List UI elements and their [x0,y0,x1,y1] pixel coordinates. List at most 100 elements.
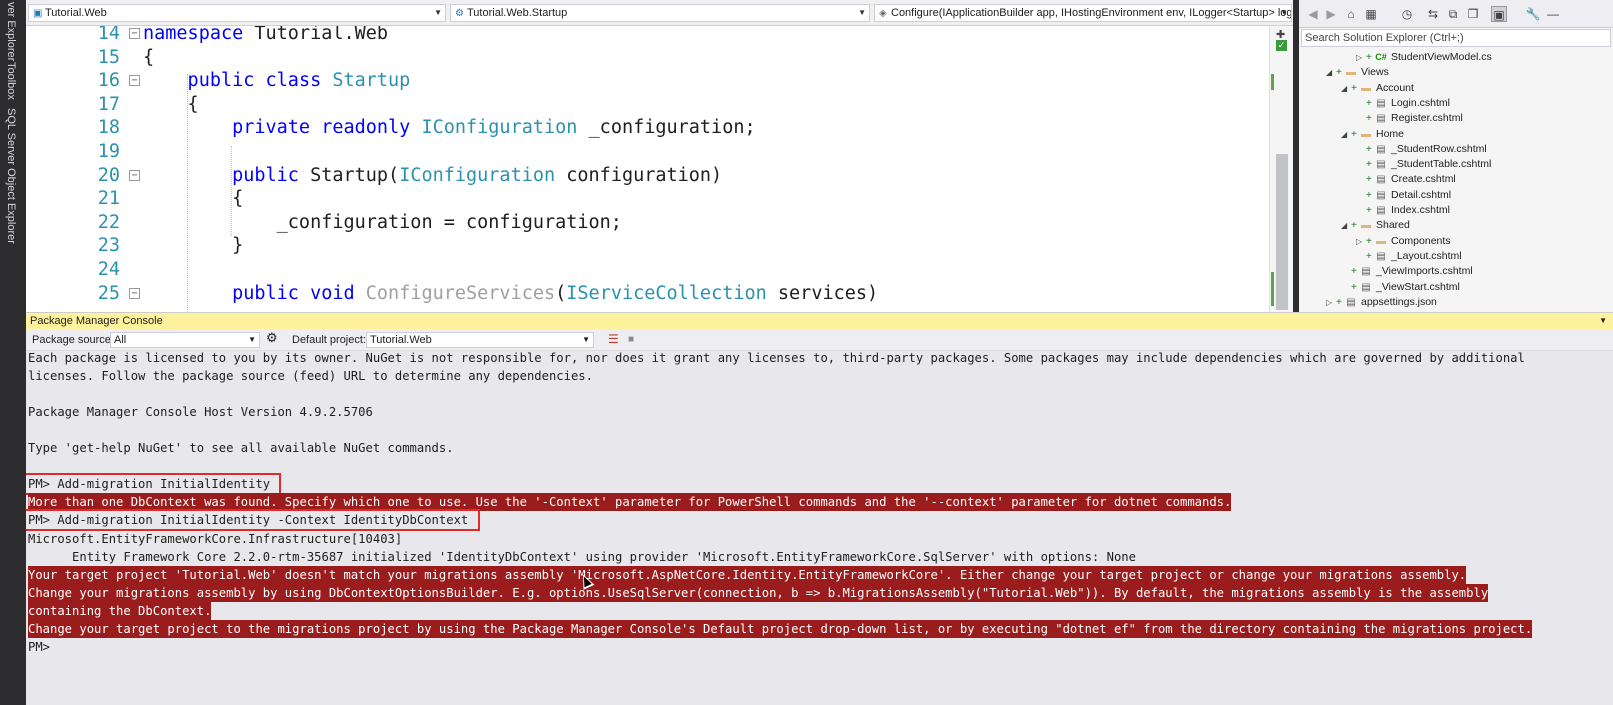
csharp-file-icon: C# [1375,52,1387,62]
project-dropdown[interactable]: ▣ Tutorial.Web ▼ [28,4,446,22]
tree-node[interactable]: + ▤ _ViewImports.cshtml [1341,264,1473,279]
chevron-down-icon: ▼ [1280,8,1288,17]
tree-node[interactable]: + ▤ Login.cshtml [1356,96,1450,111]
switch-views-icon[interactable]: ▦ [1363,6,1379,22]
tree-node[interactable]: + ▤ _StudentTable.cshtml [1356,157,1491,172]
tree-node[interactable]: ▷ + ▤ appsettings.json [1326,295,1437,310]
code-token: services) [766,282,879,304]
home-icon[interactable]: ⌂ [1343,6,1359,22]
more-options-icon[interactable]: — [1545,6,1561,22]
code-line[interactable]: 22 _configuration = configuration; [26,211,1266,235]
tree-node-label: Detail.cshtml [1391,188,1452,201]
tree-node-label: _StudentRow.cshtml [1391,142,1487,155]
collapse-arrow-icon[interactable]: ◢ [1341,127,1351,142]
file-icon: ▤ [1376,189,1386,201]
source-control-added-icon: + [1366,97,1372,109]
window-menu-chevron-icon[interactable]: ▼ [1599,313,1607,329]
scrollbar-thumb[interactable] [1276,154,1288,310]
method-icon: ◈ [879,8,887,19]
expand-arrow-icon[interactable]: ▷ [1356,234,1366,249]
expand-arrow-icon[interactable]: ▷ [1356,50,1366,65]
collapse-icon[interactable]: − [129,75,140,87]
tree-node[interactable]: + ▤ Index.cshtml [1356,203,1450,218]
server-explorer-tab[interactable]: ver Explorer [5,2,17,61]
tree-node[interactable]: + ▤ _StudentRow.cshtml [1356,142,1487,157]
code-token: IServiceCollection [566,282,767,304]
code-token: configuration) [555,164,723,186]
console-toolbar: Package source: All ▼ ⚙ Default project:… [26,329,1613,351]
code-line[interactable]: 17 { [26,93,1266,117]
code-line[interactable]: 18 private readonly IConfiguration _conf… [26,116,1266,140]
tree-node[interactable]: ◢ + ▬ Home [1341,127,1404,142]
solution-explorer-search-input[interactable]: Search Solution Explorer (Ctrl+;) [1301,29,1611,47]
tree-node[interactable]: + ▤ Create.cshtml [1356,172,1456,187]
editor-vertical-scrollbar[interactable]: ✚ ✓ [1269,26,1293,312]
preview-selected-icon[interactable]: ▣ [1491,6,1507,22]
source-control-added-icon: + [1336,296,1342,308]
sql-server-object-explorer-tab[interactable]: SQL Server Object Explorer [5,108,17,244]
settings-gear-icon[interactable]: ⚙ [266,331,278,345]
pending-changes-icon[interactable]: ◷ [1399,6,1415,22]
source-control-added-icon: + [1336,67,1342,79]
member-dropdown[interactable]: ◈ Configure(IApplicationBuilder app, IHos… [874,4,1292,22]
tree-node-label: appsettings.json [1361,295,1437,308]
back-icon[interactable]: ◀ [1305,6,1321,22]
stop-command-icon[interactable]: ■ [628,333,634,347]
show-all-files-icon[interactable]: ❐ [1465,6,1481,22]
tree-node-label: _ViewImports.cshtml [1376,265,1473,278]
tree-node[interactable]: + ▤ _Layout.cshtml [1356,249,1462,264]
console-line: Microsoft.EntityFrameworkCore.Infrastruc… [28,531,403,546]
console-title-bar: Package Manager Console ▼ [26,312,1613,329]
file-icon: ▤ [1376,174,1386,186]
source-control-added-icon: + [1351,220,1357,232]
collapse-all-icon[interactable]: ⧉ [1445,6,1461,22]
code-line[interactable]: 16− public class Startup [26,69,1266,93]
line-number: 20 [97,164,120,186]
tree-node[interactable]: + ▤ Register.cshtml [1356,111,1463,126]
line-number: 21 [97,188,120,210]
code-line[interactable]: 14− namespace Tutorial.Web [26,26,1266,46]
code-token: } [143,235,244,257]
tree-node[interactable]: ◢ + ▬ Account [1341,81,1414,96]
collapse-icon[interactable]: − [129,287,140,299]
toolbox-tab[interactable]: Toolbox [5,62,17,100]
tree-node[interactable]: + ▤ Detail.cshtml [1356,188,1451,203]
file-icon: ▤ [1346,296,1356,308]
clear-console-icon[interactable]: ☰ [608,332,619,346]
solution-explorer-toolbar: ◀ ▶ ⌂ ▦ ◷ ⇆ ⧉ ❐ ▣ 🔧 — [1299,0,1613,28]
forward-icon[interactable]: ▶ [1323,6,1339,22]
tree-node[interactable]: ▷ + C# StudentViewModel.cs [1356,50,1492,65]
tree-node[interactable]: ◢ + ▬ Views [1326,65,1389,80]
code-line[interactable]: 15 { [26,46,1266,70]
tree-node[interactable]: + ▤ _ViewStart.cshtml [1341,280,1460,295]
code-token: private [143,117,322,139]
file-icon: ▤ [1361,266,1371,278]
collapse-arrow-icon[interactable]: ◢ [1341,218,1351,233]
console-output[interactable]: Each package is licensed to you by its o… [26,351,1613,705]
collapse-icon[interactable]: − [129,28,140,39]
collapse-icon[interactable]: − [129,169,140,181]
expand-arrow-icon[interactable]: ▷ [1326,295,1336,310]
properties-wrench-icon[interactable]: 🔧 [1525,6,1541,22]
code-line[interactable]: 23 } [26,234,1266,258]
tree-node[interactable]: ◢ + ▬ Shared [1341,218,1410,233]
code-line[interactable]: 25− public void ConfigureServices(IServi… [26,282,1266,306]
code-text-area[interactable]: 14− namespace Tutorial.Web 15{16− public c… [26,26,1266,312]
code-text: public Startup(IConfiguration configurat… [143,164,722,188]
default-project-dropdown[interactable]: Tutorial.Web ▼ [366,332,594,348]
sync-icon[interactable]: ⇆ [1425,6,1441,22]
code-line[interactable]: 19 [26,140,1266,164]
console-line: Package Manager Console Host Version 4.9… [28,405,373,420]
class-dropdown[interactable]: ⚙ Tutorial.Web.Startup ▼ [450,4,870,22]
collapse-arrow-icon[interactable]: ◢ [1326,65,1336,80]
code-token: _configuration; [577,117,756,139]
collapse-arrow-icon[interactable]: ◢ [1341,81,1351,96]
file-icon: ▤ [1376,250,1386,262]
tree-node[interactable]: ▷ + ▬ Components [1356,234,1451,249]
code-line[interactable]: 24 [26,258,1266,282]
code-line[interactable]: 20− public Startup(IConfiguration config… [26,164,1266,188]
source-control-added-icon: + [1366,235,1372,247]
line-number: 18 [97,117,120,139]
code-line[interactable]: 21 { [26,187,1266,211]
package-source-dropdown[interactable]: All ▼ [110,332,260,348]
